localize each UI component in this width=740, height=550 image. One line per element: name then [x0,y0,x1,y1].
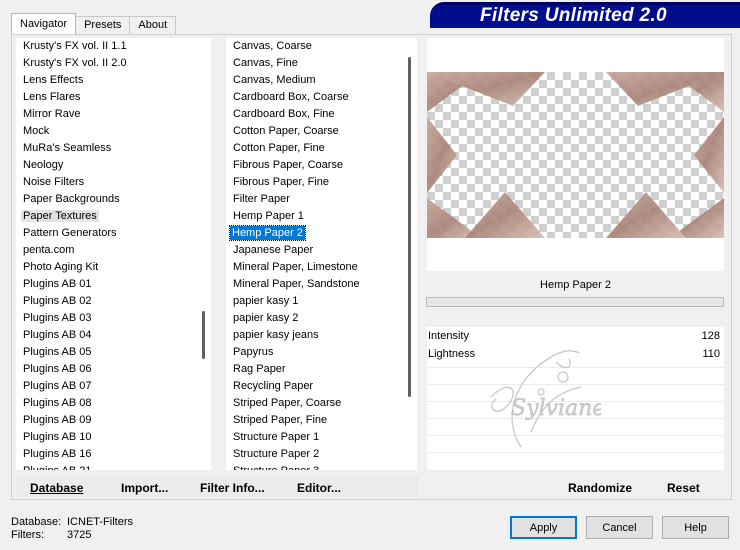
category-item[interactable]: Plugins AB 02 [16,293,211,310]
tab-presets[interactable]: Presets [75,16,131,34]
filter-item[interactable]: Cardboard Box, Coarse [226,89,417,106]
filter-item[interactable]: Cotton Paper, Fine [226,140,417,157]
category-item[interactable]: Krusty's FX vol. II 2.0 [16,55,211,72]
category-item[interactable]: Plugins AB 21 [16,463,211,470]
tab-about[interactable]: About [129,16,177,34]
filter-item[interactable]: Hemp Paper 1 [226,208,417,225]
filters-count-label: Filters: [11,529,44,541]
filter-item[interactable]: Structure Paper 3 [226,463,417,470]
category-item[interactable]: Neology [16,157,211,174]
filter-list[interactable]: Canvas, Coarse Canvas, Fine Canvas, Medium… [226,38,417,470]
tab-bar: Navigator Presets About [11,13,177,34]
watermark-text: Sylviane [511,396,601,421]
import-button[interactable]: Import... [121,476,168,497]
watermark-ornament-icon: Sylviane [490,350,601,448]
filter-item[interactable]: Canvas, Coarse [226,38,417,55]
category-item[interactable]: Krusty's FX vol. II 1.1 [16,38,211,55]
parameter-panel: Intensity 128 Lightness 110 Sylviane [427,327,724,470]
filter-item[interactable]: Fibrous Paper, Coarse [226,157,417,174]
category-item[interactable]: Lens Effects [16,72,211,89]
filters-count-value: 3725 [67,529,92,541]
filter-item[interactable]: Canvas, Medium [226,72,417,89]
filter-item[interactable]: Japanese Paper [226,242,417,259]
app-title-banner: Filters Unlimited 2.0 [430,2,740,28]
filter-item[interactable]: Recycling Paper [226,378,417,395]
category-item[interactable]: Plugins AB 05 [16,344,211,361]
category-item[interactable]: Noise Filters [16,174,211,191]
param-value: 110 [702,348,720,360]
category-item[interactable]: Plugins AB 08 [16,395,211,412]
category-item[interactable]: Pattern Generators [16,225,211,242]
filter-item[interactable]: papier kasy jeans [226,327,417,344]
filter-info-button[interactable]: Filter Info... [200,476,265,497]
filter-item[interactable]: Cardboard Box, Fine [226,106,417,123]
tab-navigator[interactable]: Navigator [11,13,77,34]
category-item[interactable]: Plugins AB 09 [16,412,211,429]
category-item[interactable]: Mirror Rave [16,106,211,123]
filter-item[interactable]: Filter Paper [226,191,417,208]
help-button[interactable]: Help [662,516,729,539]
category-item[interactable]: Plugins AB 06 [16,361,211,378]
category-item[interactable]: MuRa's Seamless [16,140,211,157]
category-item[interactable]: Paper Backgrounds [16,191,211,208]
filter-item[interactable]: papier kasy 2 [226,310,417,327]
filter-item[interactable]: Structure Paper 2 [226,446,417,463]
filter-item[interactable]: papier kasy 1 [226,293,417,310]
apply-button[interactable]: Apply [510,516,577,539]
preview-image [427,72,724,238]
database-value: ICNET-Filters [67,516,133,528]
filter-item[interactable]: Striped Paper, Coarse [226,395,417,412]
category-list[interactable]: Krusty's FX vol. II 1.1 Krusty's FX vol. … [16,38,211,470]
filter-item[interactable]: Canvas, Fine [226,55,417,72]
category-item[interactable]: penta.com [16,242,211,259]
filter-item[interactable]: Fibrous Paper, Fine [226,174,417,191]
category-item[interactable]: Plugins AB 01 [16,276,211,293]
filter-item[interactable]: Rag Paper [226,361,417,378]
preview-filter-name: Hemp Paper 2 [540,279,611,291]
category-item[interactable]: Plugins AB 10 [16,429,211,446]
reset-button[interactable]: Reset [667,476,700,497]
filter-item[interactable]: Cotton Paper, Coarse [226,123,417,140]
app-title: Filters Unlimited 2.0 [480,5,667,26]
progress-bar [426,297,724,307]
preview-area [427,38,724,271]
filter-item[interactable]: Structure Paper 1 [226,429,417,446]
database-label: Database: [11,516,62,528]
category-item[interactable]: Lens Flares [16,89,211,106]
filter-item[interactable]: Papyrus [226,344,417,361]
filter-item[interactable]: Mineral Paper, Sandstone [226,276,417,293]
category-scrollbar[interactable] [202,311,205,359]
cancel-button[interactable]: Cancel [586,516,653,539]
category-item[interactable]: Plugins AB 03 [16,310,211,327]
category-item[interactable]: Photo Aging Kit [16,259,211,276]
category-item[interactable]: Paper Textures [16,208,211,225]
editor-button[interactable]: Editor... [297,476,341,497]
filter-scrollbar[interactable] [408,57,411,397]
category-item[interactable]: Plugins AB 04 [16,327,211,344]
param-value: 128 [701,330,720,342]
category-item[interactable]: Mock [16,123,211,140]
database-button[interactable]: Database [30,476,83,497]
category-item[interactable]: Plugins AB 07 [16,378,211,395]
filter-item[interactable]: Mineral Paper, Limestone [226,259,417,276]
category-item[interactable]: Plugins AB 16 [16,446,211,463]
filter-item[interactable]: Hemp Paper 2 [226,225,417,242]
status-area: Database: ICNET-Filters Filters: 3725 [11,516,133,542]
filter-item[interactable]: Striped Paper, Fine [226,412,417,429]
randomize-button[interactable]: Randomize [568,476,632,497]
